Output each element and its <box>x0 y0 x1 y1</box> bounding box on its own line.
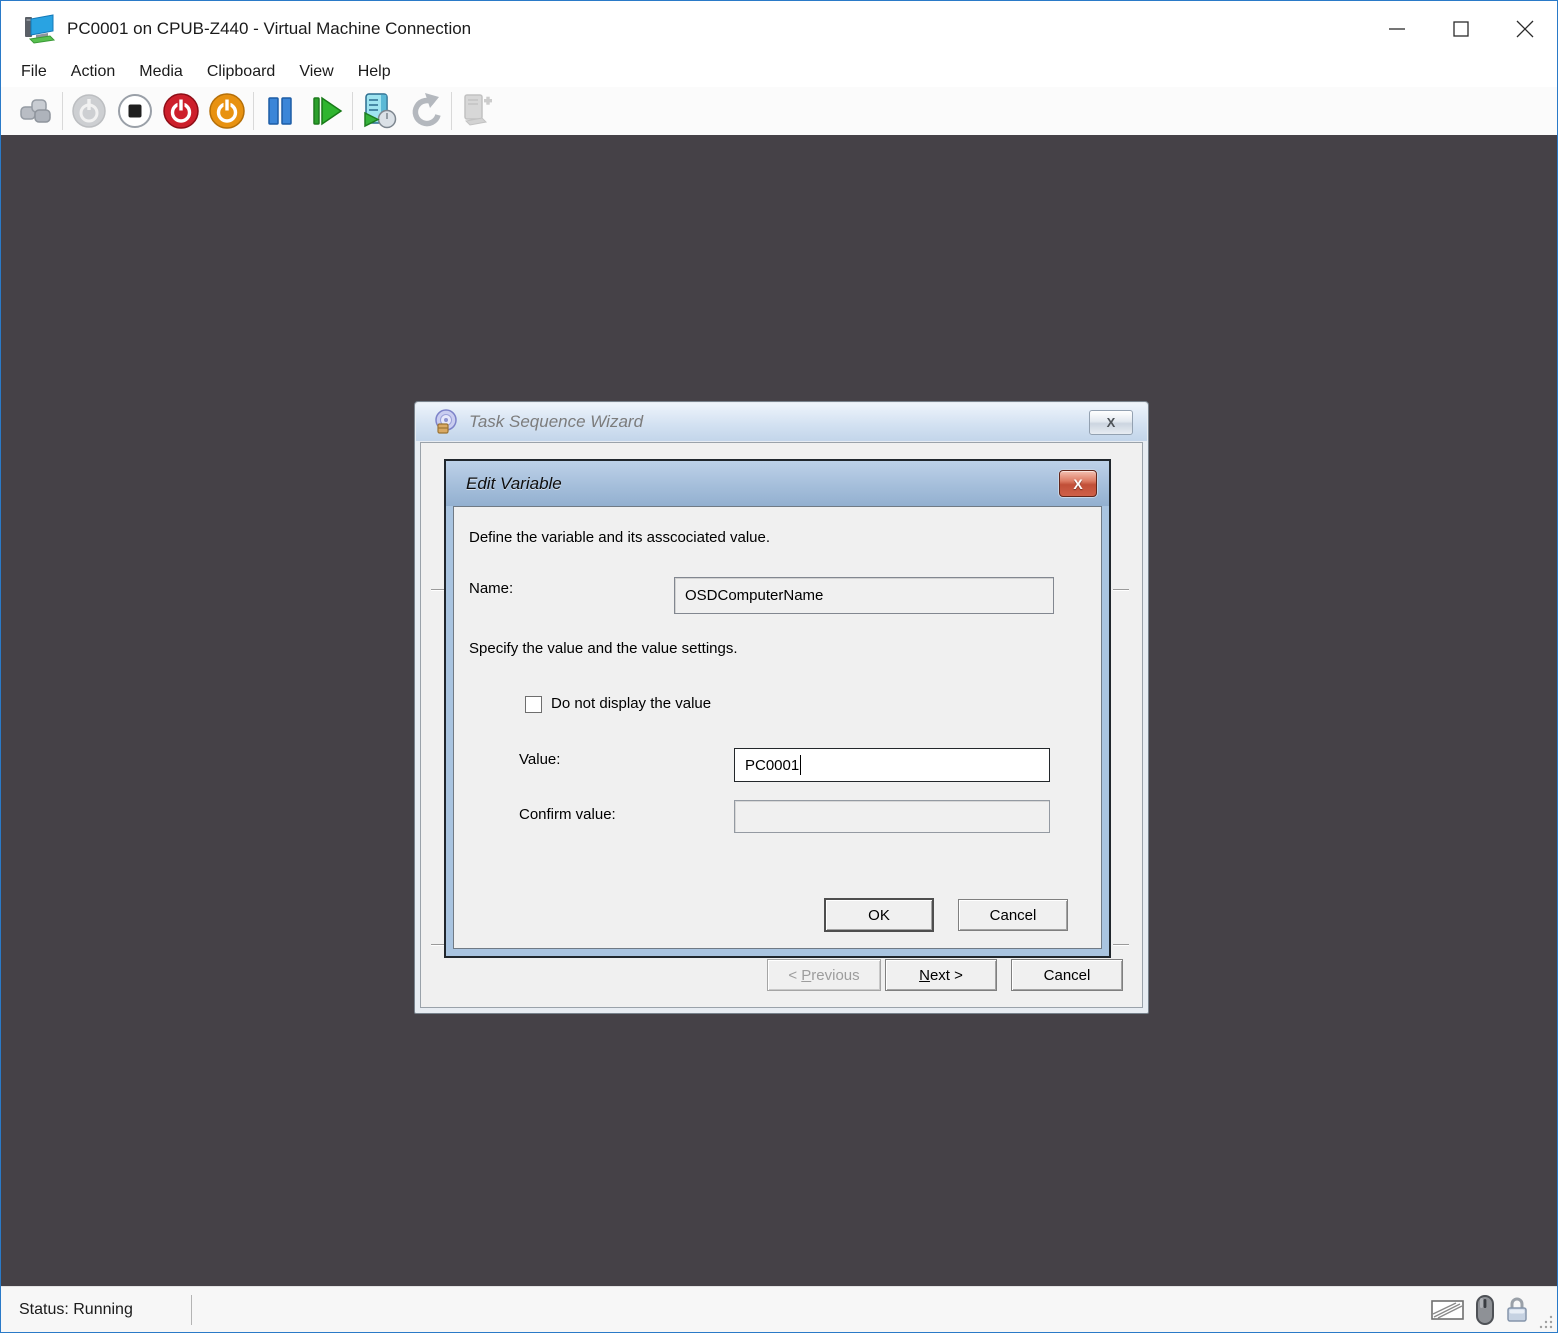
start-icon <box>69 91 109 131</box>
name-label: Name: <box>469 580 513 597</box>
save-icon <box>207 91 247 131</box>
reset-button[interactable] <box>303 89 349 133</box>
dialog-close-button[interactable]: X <box>1059 470 1097 497</box>
wizard-close-button[interactable]: X <box>1089 410 1133 435</box>
start-button <box>66 89 112 133</box>
turn-off-icon <box>115 91 155 131</box>
do-not-display-label[interactable]: Do not display the value <box>551 695 711 712</box>
statusbar-divider <box>191 1295 192 1325</box>
ok-button[interactable]: OK <box>824 898 934 932</box>
mouse-icon <box>1475 1295 1495 1325</box>
vmconnect-window: PC0001 on CPUB-Z440 - Virtual Machine Co… <box>0 0 1558 1333</box>
dialog-cancel-label: Cancel <box>990 907 1037 924</box>
dialog-title: Edit Variable <box>466 474 562 494</box>
save-button[interactable] <box>204 89 250 133</box>
menu-media[interactable]: Media <box>127 61 195 83</box>
wizard-title: Task Sequence Wizard <box>469 412 643 432</box>
ok-label: OK <box>868 907 890 924</box>
toolbar-separator <box>352 92 353 130</box>
shut-down-button[interactable] <box>158 89 204 133</box>
dialog-titlebar[interactable]: Edit Variable X <box>446 461 1109 506</box>
virtual-machine-icon <box>23 13 57 45</box>
task-sequence-wizard-icon <box>433 409 460 436</box>
menu-clipboard[interactable]: Clipboard <box>195 61 287 83</box>
checkpoint-icon <box>359 91 399 131</box>
wizard-cancel-button[interactable]: Cancel <box>1011 959 1123 991</box>
window-title: PC0001 on CPUB-Z440 - Virtual Machine Co… <box>67 19 471 39</box>
menu-view[interactable]: View <box>287 61 345 83</box>
minimize-button[interactable] <box>1365 1 1429 57</box>
previous-label-rest: revious <box>811 967 859 984</box>
statusbar-icons <box>1431 1295 1529 1325</box>
menu-file[interactable]: File <box>21 61 59 83</box>
edit-variable-dialog: Edit Variable X Define the variable and … <box>444 459 1111 958</box>
previous-label: < <box>788 967 801 984</box>
groupbox-line-fragment <box>1113 944 1129 946</box>
window-controls <box>1365 1 1557 57</box>
vm-display-area[interactable]: Task Sequence Wizard X < Previous Next >… <box>1 135 1557 1286</box>
dialog-body: Define the variable and its asscociated … <box>453 506 1102 949</box>
confirm-value-label: Confirm value: <box>519 806 616 823</box>
name-field[interactable]: OSDComputerName <box>674 577 1054 614</box>
menubar: File Action Media Clipboard View Help <box>1 57 1557 87</box>
enhanced-session-icon <box>458 91 498 131</box>
toolbar <box>1 87 1557 135</box>
toolbar-separator <box>451 92 452 130</box>
checkpoint-button[interactable] <box>356 89 402 133</box>
previous-accel: P <box>801 967 811 984</box>
pause-button[interactable] <box>257 89 303 133</box>
dialog-cancel-button[interactable]: Cancel <box>958 899 1068 931</box>
keyboard-icon <box>1431 1298 1465 1322</box>
revert-checkpoint-button[interactable] <box>402 89 448 133</box>
minimize-icon <box>1387 19 1407 39</box>
do-not-display-checkbox[interactable] <box>525 696 542 713</box>
enhanced-session-button <box>455 89 501 133</box>
ctrl-alt-del-button[interactable] <box>13 89 59 133</box>
reset-icon <box>307 92 345 130</box>
window-titlebar[interactable]: PC0001 on CPUB-Z440 - Virtual Machine Co… <box>1 1 1557 57</box>
pause-icon <box>261 92 299 130</box>
text-caret <box>800 755 801 775</box>
wizard-titlebar[interactable]: Task Sequence Wizard X <box>416 403 1147 441</box>
wizard-close-icon: X <box>1107 415 1116 430</box>
close-button[interactable] <box>1493 1 1557 57</box>
value-field-text: PC0001 <box>745 757 799 774</box>
maximize-button[interactable] <box>1429 1 1493 57</box>
ctrl-alt-del-icon <box>17 94 55 128</box>
resize-grip[interactable] <box>1538 1313 1554 1329</box>
menu-action[interactable]: Action <box>59 61 127 83</box>
close-icon <box>1514 18 1536 40</box>
toolbar-separator <box>253 92 254 130</box>
shut-down-icon <box>161 91 201 131</box>
dialog-intro-text: Define the variable and its asscociated … <box>469 529 770 546</box>
next-accel: N <box>919 967 930 984</box>
turn-off-button[interactable] <box>112 89 158 133</box>
groupbox-line-fragment <box>1113 589 1129 591</box>
value-label: Value: <box>519 751 560 768</box>
revert-checkpoint-icon <box>405 91 445 131</box>
toolbar-separator <box>62 92 63 130</box>
confirm-value-field <box>734 800 1050 833</box>
lock-icon <box>1505 1295 1529 1325</box>
specify-text: Specify the value and the value settings… <box>469 640 738 657</box>
status-text: Status: Running <box>19 1301 133 1319</box>
statusbar: Status: Running <box>1 1286 1557 1332</box>
value-field[interactable]: PC0001 <box>734 748 1050 782</box>
name-field-value: OSDComputerName <box>685 587 823 604</box>
menu-help[interactable]: Help <box>346 61 403 83</box>
wizard-previous-button: < Previous <box>767 959 881 991</box>
next-label-rest: ext > <box>930 967 963 984</box>
dialog-close-icon: X <box>1073 476 1082 492</box>
maximize-icon <box>1451 19 1471 39</box>
wizard-cancel-label: Cancel <box>1044 967 1091 984</box>
wizard-next-button[interactable]: Next > <box>885 959 997 991</box>
